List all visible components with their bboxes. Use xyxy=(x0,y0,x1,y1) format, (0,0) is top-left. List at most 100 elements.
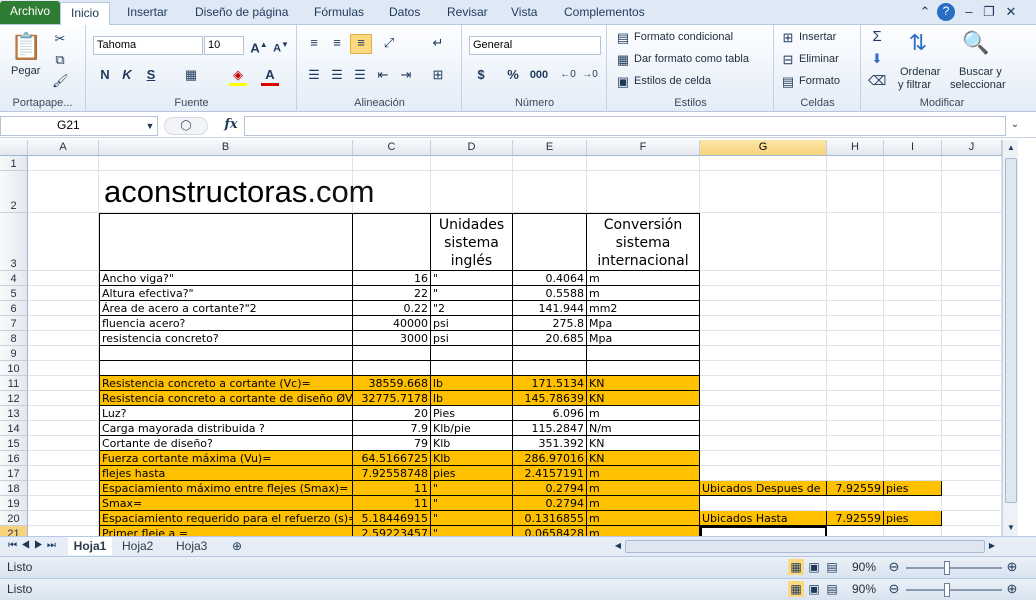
cell-b11[interactable]: Resistencia concreto a cortante (Vc)= xyxy=(99,376,353,391)
cell-e21[interactable]: 0.0658428 xyxy=(513,526,587,536)
zoom-level[interactable]: 90% xyxy=(852,560,876,574)
select-all-corner[interactable] xyxy=(0,140,28,156)
vertical-scrollbar[interactable]: ▲ ▼ xyxy=(1002,140,1018,536)
wrap-text-icon[interactable]: ↵ xyxy=(428,35,448,51)
cell-e4[interactable]: 0.4064 xyxy=(513,271,587,286)
fill-icon[interactable]: ⬇ xyxy=(868,51,886,67)
page-break-view-icon[interactable]: ▤ xyxy=(824,559,840,575)
cell-e13[interactable]: 6.096 xyxy=(513,406,587,421)
cell-d14[interactable]: Klb/pie xyxy=(431,421,513,436)
cell-d3[interactable]: Unidades sistema inglés xyxy=(431,213,513,271)
page-layout-view-icon[interactable]: ▣ xyxy=(806,581,822,597)
active-cell-g21[interactable] xyxy=(700,526,827,536)
tab-vista[interactable]: Vista xyxy=(501,2,547,25)
cell-b21[interactable]: Primer fleje a = xyxy=(99,526,353,536)
cell-b8[interactable]: resistencia concreto? xyxy=(99,331,353,346)
cell-d12[interactable]: lb xyxy=(431,391,513,406)
cell-c21[interactable]: 2.59223457 xyxy=(353,526,431,536)
page-layout-view-icon[interactable]: ▣ xyxy=(806,559,822,575)
cell-b5[interactable]: Altura efectiva?" xyxy=(99,286,353,301)
cell-h20[interactable]: 7.92559 xyxy=(827,511,884,526)
scroll-down-icon[interactable]: ▼ xyxy=(1004,520,1018,536)
cell-b17[interactable]: flejes hasta xyxy=(99,466,353,481)
cell-c9[interactable] xyxy=(353,346,431,361)
cell-e9[interactable] xyxy=(513,346,587,361)
cell-b10[interactable] xyxy=(99,361,353,376)
grow-font-icon[interactable]: A▲ xyxy=(250,37,268,56)
worksheet-grid[interactable]: A B C D E F G H I J 1 2 3 4 5 6 7 8 9 10 11 12 13 14 15 16 17 18 19 2… xyxy=(0,140,1018,536)
name-box-dropdown-icon[interactable]: ▼ xyxy=(144,118,156,134)
borders-icon[interactable]: ▦ xyxy=(183,67,199,83)
zoom-slider[interactable] xyxy=(906,567,1002,569)
cell-d19[interactable]: " xyxy=(431,496,513,511)
align-right-icon[interactable]: ☰ xyxy=(351,67,369,83)
scroll-up-icon[interactable]: ▲ xyxy=(1004,140,1018,156)
formato-button[interactable]: Formato xyxy=(799,75,840,87)
paste-button[interactable]: Pegar xyxy=(11,65,40,77)
cell-d21[interactable]: " xyxy=(431,526,513,536)
cell-c10[interactable] xyxy=(353,361,431,376)
cell-f9[interactable] xyxy=(587,346,700,361)
cell-b15[interactable]: Cortante de diseño? xyxy=(99,436,353,451)
eliminar-button[interactable]: Eliminar xyxy=(799,53,839,65)
zoom-in-icon[interactable]: ⊕ xyxy=(1004,581,1020,597)
horizontal-scrollbar[interactable] xyxy=(625,540,985,553)
row-header-8[interactable]: 8 xyxy=(0,331,28,346)
cell-h18[interactable]: 7.92559 xyxy=(827,481,884,496)
row-header-4[interactable]: 4 xyxy=(0,271,28,286)
scroll-right-icon[interactable]: ▶ xyxy=(986,538,998,554)
cell-f3[interactable]: Conversión sistema internacional xyxy=(587,213,700,271)
cut-icon[interactable]: ✂ xyxy=(52,31,68,47)
increase-decimal-icon[interactable]: ←0 xyxy=(559,67,577,83)
number-format-select[interactable]: General xyxy=(469,36,601,55)
column-header-a[interactable]: A xyxy=(28,140,99,156)
row-header-13[interactable]: 13 xyxy=(0,406,28,421)
row-header-10[interactable]: 10 xyxy=(0,361,28,376)
cell-c18[interactable]: 11 xyxy=(353,481,431,496)
cell-e18[interactable]: 0.2794 xyxy=(513,481,587,496)
cell-c20[interactable]: 5.18446915 xyxy=(353,511,431,526)
formato-condicional-button[interactable]: Formato condicional xyxy=(634,31,733,43)
cell-b13[interactable]: Luz? xyxy=(99,406,353,421)
row-header-18[interactable]: 18 xyxy=(0,481,28,496)
tab-formulas[interactable]: Fórmulas xyxy=(304,2,374,25)
buscar-label[interactable]: Buscar y xyxy=(959,66,1002,78)
fill-color-icon[interactable]: ◈ xyxy=(229,67,247,86)
row-header-19[interactable]: 19 xyxy=(0,496,28,511)
cell-d10[interactable] xyxy=(431,361,513,376)
formula-input[interactable] xyxy=(244,116,1006,136)
cell-f5[interactable]: m xyxy=(587,286,700,301)
cell-f15[interactable]: KN xyxy=(587,436,700,451)
cell-c6[interactable]: 0.22 xyxy=(353,301,431,316)
column-header-c[interactable]: C xyxy=(353,140,431,156)
align-left-icon[interactable]: ☰ xyxy=(305,67,323,83)
column-header-b[interactable]: B xyxy=(99,140,353,156)
filtrar-label[interactable]: y filtrar xyxy=(898,79,931,91)
cell-g18[interactable]: Ubicados Despues de xyxy=(700,481,827,496)
cell-b3[interactable] xyxy=(99,213,353,271)
cell-d11[interactable]: lb xyxy=(431,376,513,391)
cell-f21[interactable]: m xyxy=(587,526,700,536)
row-header-11[interactable]: 11 xyxy=(0,376,28,391)
cell-f12[interactable]: KN xyxy=(587,391,700,406)
tab-complementos[interactable]: Complementos xyxy=(554,2,655,25)
orientation-icon[interactable]: ⤢ xyxy=(378,35,400,51)
bold-button[interactable]: N xyxy=(97,67,113,83)
row-header-14[interactable]: 14 xyxy=(0,421,28,436)
expand-formula-icon[interactable]: ⌄ xyxy=(1007,117,1023,133)
fx-button[interactable]: fx xyxy=(222,117,240,133)
seleccionar-label[interactable]: seleccionar xyxy=(950,79,1006,91)
zoom-slider-thumb[interactable] xyxy=(944,583,950,597)
cell-b12[interactable]: Resistencia concreto a cortante de diseñ… xyxy=(99,391,353,406)
cell-e11[interactable]: 171.5134 xyxy=(513,376,587,391)
zoom-out-icon[interactable]: ⊖ xyxy=(886,581,902,597)
column-header-h[interactable]: H xyxy=(827,140,884,156)
cell-i18[interactable]: pies xyxy=(884,481,942,496)
cell-e14[interactable]: 115.2847 xyxy=(513,421,587,436)
insertar-button[interactable]: Insertar xyxy=(799,31,836,43)
column-header-j[interactable]: J xyxy=(942,140,1002,156)
cell-b20[interactable]: Espaciamiento requerido para el refuerzo… xyxy=(99,511,353,526)
column-header-d[interactable]: D xyxy=(431,140,513,156)
cell-f18[interactable]: m xyxy=(587,481,700,496)
row-header-12[interactable]: 12 xyxy=(0,391,28,406)
